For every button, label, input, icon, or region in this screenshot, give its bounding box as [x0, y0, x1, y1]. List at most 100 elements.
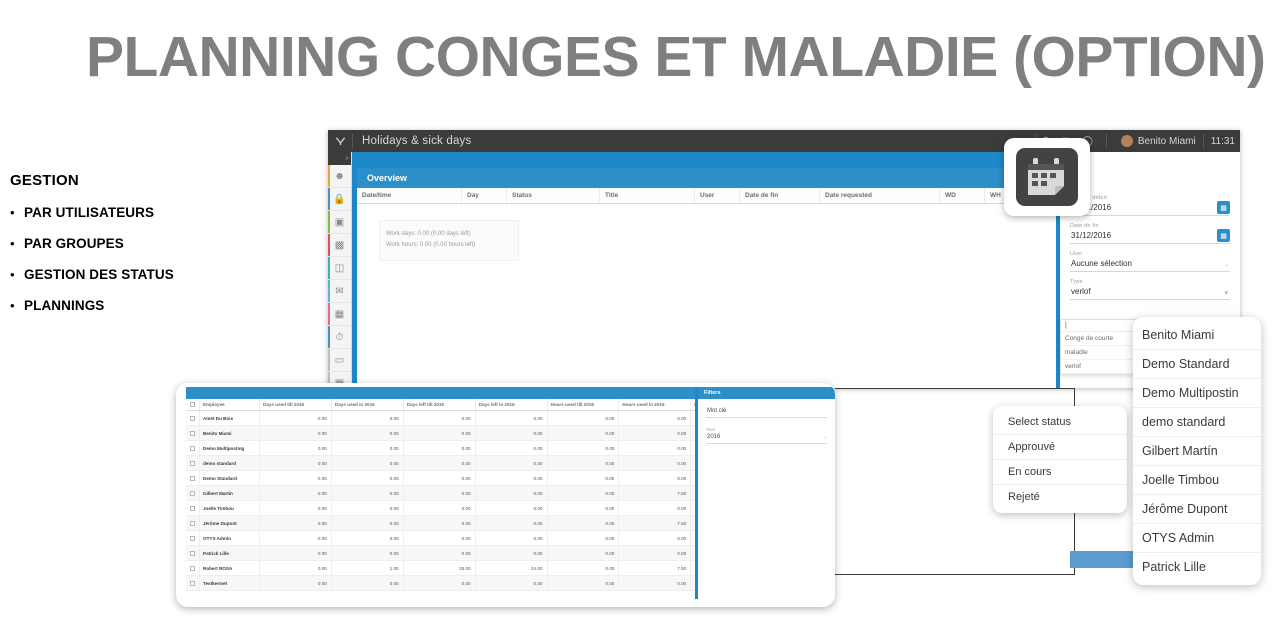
user-option[interactable]: OTYS Admin [1133, 524, 1261, 553]
cell-value: 0.00 [404, 531, 476, 545]
type-option[interactable]: maladie [1061, 346, 1141, 360]
cell-value: 0.00 [404, 471, 476, 485]
cell-value: 0.00 [476, 501, 548, 515]
user-option[interactable]: Joelle Timbou [1133, 466, 1261, 495]
field-value[interactable]: Aucune sélection [1070, 257, 1230, 272]
select-all-checkbox[interactable] [186, 399, 200, 410]
calendar-icon: ▦ [334, 308, 345, 320]
chevron-right-icon[interactable]: › [824, 435, 826, 441]
sidebar-item-documents[interactable]: ◫ [328, 257, 351, 280]
date-debut-field[interactable]: Date de début 01/01/2016 ▦ [1070, 195, 1230, 216]
type-search-input[interactable]: | [1061, 320, 1141, 332]
column-header[interactable]: Day [462, 188, 507, 203]
user-option[interactable]: Demo Multipostin [1133, 379, 1261, 408]
divider [1105, 134, 1107, 148]
type-option[interactable]: Congé de courte [1061, 332, 1141, 346]
cell-value: 0.00 [260, 546, 332, 560]
row-checkbox[interactable] [186, 441, 200, 455]
status-option-en-cours[interactable]: En cours [993, 460, 1127, 485]
keyword-filter-field[interactable]: Mot clé [706, 406, 827, 418]
cell-value: 0.00 [476, 411, 548, 425]
column-header[interactable]: Date/time [357, 188, 462, 203]
calendar-icon[interactable]: ▦ [1217, 201, 1230, 214]
row-checkbox[interactable] [186, 576, 200, 590]
user-option[interactable]: Demo Standard [1133, 350, 1261, 379]
calendar-badge-inner [1016, 148, 1078, 206]
user-option[interactable]: Patrick Lille [1133, 553, 1261, 581]
otys-logo-icon[interactable] [328, 130, 352, 152]
sidebar-item-time[interactable]: ⏱ [328, 326, 351, 349]
row-checkbox[interactable] [186, 486, 200, 500]
work-hours-line: Work hours: 0.00 (0.00 hours left) [386, 242, 476, 249]
year-filter-field[interactable]: Year 2016 › [706, 427, 827, 444]
column-header[interactable]: Hours used in 2016 [619, 399, 692, 410]
type-field[interactable]: Type verlof ▾ [1070, 279, 1230, 300]
row-checkbox[interactable] [186, 411, 200, 425]
sidebar-item-calendar[interactable]: ▦ [328, 303, 351, 326]
field-value[interactable]: verlof [1070, 285, 1230, 300]
column-header[interactable]: User [695, 188, 740, 203]
chevron-down-icon[interactable]: ▾ [1224, 289, 1228, 297]
cell-value: 0.00 [619, 456, 692, 470]
row-checkbox[interactable] [186, 456, 200, 470]
status-option-rejete[interactable]: Rejeté [993, 485, 1127, 509]
mail-icon: ✉ [335, 285, 344, 297]
type-option[interactable]: verlof [1061, 360, 1141, 374]
bullet-label: PAR GROUPES [24, 236, 124, 251]
sidebar-item-mail[interactable]: ✉ [328, 280, 351, 303]
row-checkbox[interactable] [186, 546, 200, 560]
column-header[interactable]: Hours used till 2016 [548, 399, 620, 410]
user-option[interactable]: Gilbert Martín [1133, 437, 1261, 466]
year-select[interactable]: 2016 [706, 432, 827, 444]
column-header[interactable]: Title [600, 188, 695, 203]
status-option-select[interactable]: Select status [993, 410, 1127, 435]
keyword-input[interactable]: Mot clé [706, 406, 827, 418]
employee-overview-window: Employee Days used till 2016 Days used i… [176, 383, 835, 607]
column-header[interactable]: Days left in 2016 [476, 399, 548, 410]
column-header[interactable]: Date de fin [740, 188, 820, 203]
cell-value: 7.50 [619, 516, 692, 530]
user-option[interactable]: demo standard [1133, 408, 1261, 437]
user-option[interactable]: Benito Miami [1133, 321, 1261, 350]
column-header[interactable]: Days left till 2016 [404, 399, 476, 410]
sidebar-item-reports[interactable]: ▩ [328, 234, 351, 257]
cell-value: 0.00 [619, 576, 692, 590]
column-header[interactable]: Date requested [820, 188, 940, 203]
user-name[interactable]: Benito Miami [1138, 136, 1196, 147]
column-header[interactable]: Days used till 2016 [260, 399, 332, 410]
row-checkbox[interactable] [186, 426, 200, 440]
status-option-approuve[interactable]: Approuvé [993, 435, 1127, 460]
cell-value: 0.00 [548, 546, 620, 560]
field-value[interactable]: 01/01/2016 [1070, 201, 1230, 216]
status-dropdown-popup[interactable]: Select status Approuvé En cours Rejeté [993, 406, 1127, 513]
chevron-right-icon[interactable]: › [1226, 262, 1228, 269]
cell-employee: Amet Du Bois [200, 411, 260, 425]
users-dropdown-popup[interactable]: Benito Miami Demo Standard Demo Multipos… [1133, 317, 1261, 585]
row-checkbox[interactable] [186, 471, 200, 485]
sidebar-item-cards[interactable]: ▭ [328, 349, 351, 372]
column-header[interactable]: Days used in 2016 [332, 399, 404, 410]
calendar-icon[interactable]: ▦ [1217, 229, 1230, 242]
row-checkbox[interactable] [186, 531, 200, 545]
sidebar-item-contacts[interactable]: ▣ [328, 211, 351, 234]
column-header[interactable]: Status [507, 188, 600, 203]
cell-value: 0.00 [260, 576, 332, 590]
page-title: PLANNING CONGES ET MALADIE (OPTION) [86, 25, 1266, 89]
cell-value: 0.00 [548, 426, 620, 440]
cell-value: 0.00 [619, 471, 692, 485]
sidebar-item-security[interactable]: 🔒 [328, 188, 351, 211]
sidebar-collapse-button[interactable]: » [328, 152, 351, 165]
row-checkbox[interactable] [186, 561, 200, 575]
cell-value: 0.00 [476, 546, 548, 560]
row-checkbox[interactable] [186, 516, 200, 530]
avatar[interactable] [1120, 135, 1133, 147]
field-value[interactable]: 31/12/2016 [1070, 229, 1230, 244]
date-fin-field[interactable]: Date de fin 31/12/2016 ▦ [1070, 223, 1230, 244]
user-option[interactable]: Jérôme Dupont [1133, 495, 1261, 524]
user-field[interactable]: User Aucune sélection › [1070, 251, 1230, 272]
column-header-employee[interactable]: Employee [200, 399, 260, 410]
sidebar-item-users[interactable]: ☻ [328, 165, 351, 188]
row-checkbox[interactable] [186, 501, 200, 515]
column-header[interactable]: WD [940, 188, 985, 203]
type-options-dropdown[interactable]: | Congé de courte maladie verlof [1060, 319, 1142, 375]
